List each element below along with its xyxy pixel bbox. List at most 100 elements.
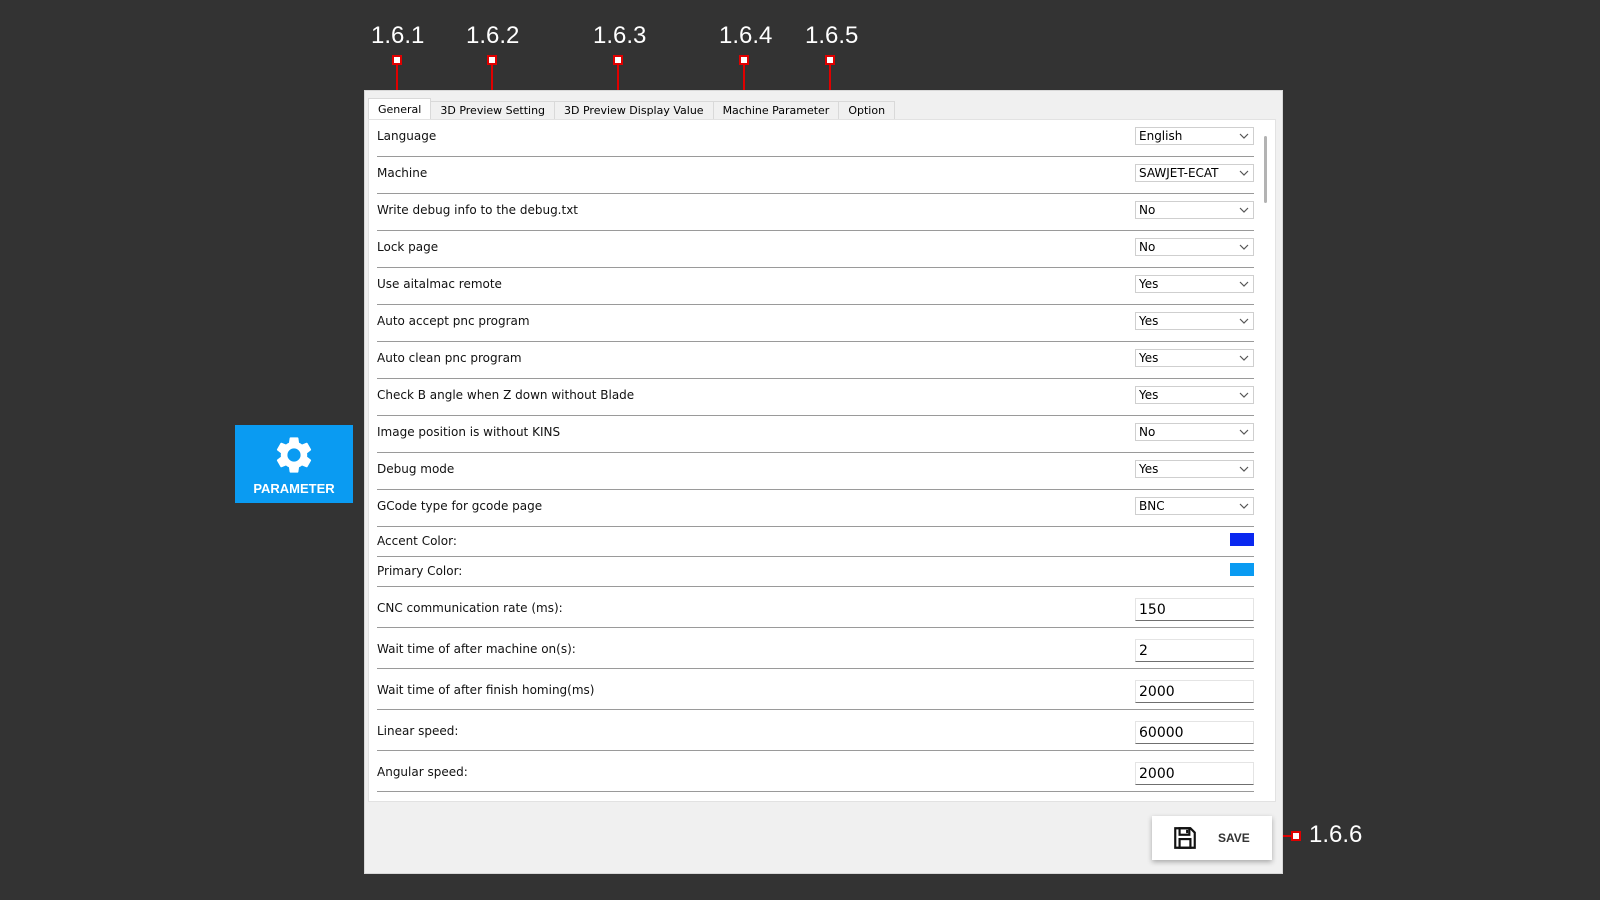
setting-dropdown[interactable]: SAWJET-ECAT bbox=[1135, 164, 1254, 182]
chevron-down-icon bbox=[1239, 503, 1249, 509]
setting-input[interactable]: 60000 bbox=[1135, 721, 1254, 744]
parameter-label: PARAMETER bbox=[253, 480, 335, 496]
parameter-button[interactable]: PARAMETER bbox=[235, 425, 353, 503]
chevron-down-icon bbox=[1239, 133, 1249, 139]
setting-dropdown[interactable]: Yes bbox=[1135, 312, 1254, 330]
general-settings-panel[interactable]: Language English Machine SAWJET-ECAT Write d… bbox=[368, 119, 1276, 802]
setting-label: Auto accept pnc program bbox=[377, 314, 530, 328]
setting-dropdown[interactable]: BNC bbox=[1135, 497, 1254, 515]
setting-input[interactable]: 2000 bbox=[1135, 762, 1254, 785]
setting-row: Image position is without KINS No bbox=[377, 416, 1254, 453]
dropdown-value: Yes bbox=[1139, 277, 1159, 291]
save-label: SAVE bbox=[1218, 831, 1250, 845]
tab-3d-preview-setting[interactable]: 3D Preview Setting bbox=[430, 101, 556, 119]
dropdown-value: No bbox=[1139, 203, 1156, 217]
chevron-down-icon bbox=[1239, 170, 1249, 176]
gear-icon bbox=[276, 436, 312, 473]
chevron-down-icon bbox=[1239, 281, 1249, 287]
callout-connector bbox=[829, 65, 831, 90]
callout-marker bbox=[825, 55, 835, 65]
chevron-down-icon bbox=[1239, 392, 1249, 398]
callout-1-6-3: 1.6.3 bbox=[593, 22, 647, 49]
setting-label: Linear speed: bbox=[377, 724, 459, 738]
setting-label: Accent Color: bbox=[377, 534, 457, 548]
tab-machine-parameter[interactable]: Machine Parameter bbox=[712, 101, 840, 119]
parameter-window: General 3D Preview Setting 3D Preview Di… bbox=[364, 90, 1283, 874]
chevron-down-icon bbox=[1239, 466, 1249, 472]
setting-label: GCode type for gcode page bbox=[377, 499, 543, 513]
setting-label: Write debug info to the debug.txt bbox=[377, 203, 579, 217]
setting-label: Image position is without KINS bbox=[377, 425, 561, 439]
setting-row: Check B angle when Z down without Blade Y… bbox=[377, 379, 1254, 416]
setting-row: Debug mode Yes bbox=[377, 453, 1254, 490]
setting-label: Debug mode bbox=[377, 462, 455, 476]
setting-row: Auto clean pnc program Yes bbox=[377, 342, 1254, 379]
tab-3d-preview-display-value[interactable]: 3D Preview Display Value bbox=[554, 101, 714, 119]
setting-label: Primary Color: bbox=[377, 564, 463, 578]
setting-row: Accent Color: bbox=[377, 527, 1254, 557]
chevron-down-icon bbox=[1239, 318, 1249, 324]
callout-1-6-5: 1.6.5 bbox=[805, 22, 859, 49]
setting-dropdown[interactable]: No bbox=[1135, 201, 1254, 219]
setting-row: GCode type for gcode page BNC bbox=[377, 490, 1254, 527]
setting-row: Linear speed: 60000 bbox=[377, 710, 1254, 751]
setting-label: CNC communication rate (ms): bbox=[377, 601, 563, 615]
setting-row: Language English bbox=[377, 120, 1254, 157]
tab-option[interactable]: Option bbox=[838, 101, 896, 119]
callout-1-6-1: 1.6.1 bbox=[371, 22, 425, 49]
callout-1-6-6: 1.6.6 bbox=[1309, 821, 1363, 848]
callout-connector bbox=[491, 65, 493, 90]
callout-marker bbox=[392, 55, 402, 65]
setting-row: Write debug info to the debug.txt No bbox=[377, 194, 1254, 231]
setting-input[interactable]: 2000 bbox=[1135, 680, 1254, 703]
vertical-scrollbar[interactable] bbox=[1264, 136, 1267, 203]
setting-row: Auto accept pnc program Yes bbox=[377, 305, 1254, 342]
callout-marker bbox=[613, 55, 623, 65]
setting-label: Language bbox=[377, 129, 437, 143]
setting-input[interactable]: 2 bbox=[1135, 639, 1254, 662]
callout-connector bbox=[743, 65, 745, 90]
setting-row: Angular speed: 2000 bbox=[377, 751, 1254, 792]
setting-dropdown[interactable]: Yes bbox=[1135, 349, 1254, 367]
setting-row: Wait time of after machine on(s): 2 bbox=[377, 628, 1254, 669]
dropdown-value: English bbox=[1139, 129, 1183, 143]
setting-row: CNC communication rate (ms): 150 bbox=[377, 587, 1254, 628]
setting-label: Lock page bbox=[377, 240, 439, 254]
dropdown-value: BNC bbox=[1139, 499, 1165, 513]
dropdown-value: Yes bbox=[1139, 462, 1159, 476]
dropdown-value: Yes bbox=[1139, 388, 1159, 402]
callout-marker bbox=[739, 55, 749, 65]
floppy-disk-icon bbox=[1174, 827, 1196, 849]
dropdown-value: No bbox=[1139, 425, 1156, 439]
setting-dropdown[interactable]: Yes bbox=[1135, 275, 1254, 293]
chevron-down-icon bbox=[1239, 244, 1249, 250]
setting-row: Wait time of after finish homing(ms) 2000 bbox=[377, 669, 1254, 710]
callout-1-6-4: 1.6.4 bbox=[719, 22, 773, 49]
callout-connector bbox=[617, 65, 619, 90]
setting-dropdown[interactable]: Yes bbox=[1135, 460, 1254, 478]
color-swatch[interactable] bbox=[1230, 563, 1254, 576]
callout-marker bbox=[487, 55, 497, 65]
callout-connector bbox=[396, 65, 398, 90]
tab-bar: General 3D Preview Setting 3D Preview Di… bbox=[368, 98, 896, 119]
setting-label: Wait time of after finish homing(ms) bbox=[377, 683, 595, 697]
setting-input[interactable]: 150 bbox=[1135, 598, 1254, 621]
setting-dropdown[interactable]: No bbox=[1135, 238, 1254, 256]
dropdown-value: Yes bbox=[1139, 314, 1159, 328]
callout-1-6-2: 1.6.2 bbox=[466, 22, 520, 49]
setting-dropdown[interactable]: Yes bbox=[1135, 386, 1254, 404]
chevron-down-icon bbox=[1239, 429, 1249, 435]
setting-label: Angular speed: bbox=[377, 765, 468, 779]
tab-general[interactable]: General bbox=[368, 98, 432, 119]
dropdown-value: SAWJET-ECAT bbox=[1139, 166, 1219, 180]
setting-row: Primary Color: bbox=[377, 557, 1254, 587]
callout-marker bbox=[1291, 831, 1301, 841]
save-button[interactable]: SAVE bbox=[1152, 816, 1272, 860]
setting-dropdown[interactable]: English bbox=[1135, 127, 1254, 145]
color-swatch[interactable] bbox=[1230, 533, 1254, 546]
setting-row: Use aitalmac remote Yes bbox=[377, 268, 1254, 305]
setting-row: Machine SAWJET-ECAT bbox=[377, 157, 1254, 194]
setting-dropdown[interactable]: No bbox=[1135, 423, 1254, 441]
setting-label: Auto clean pnc program bbox=[377, 351, 522, 365]
dropdown-value: Yes bbox=[1139, 351, 1159, 365]
